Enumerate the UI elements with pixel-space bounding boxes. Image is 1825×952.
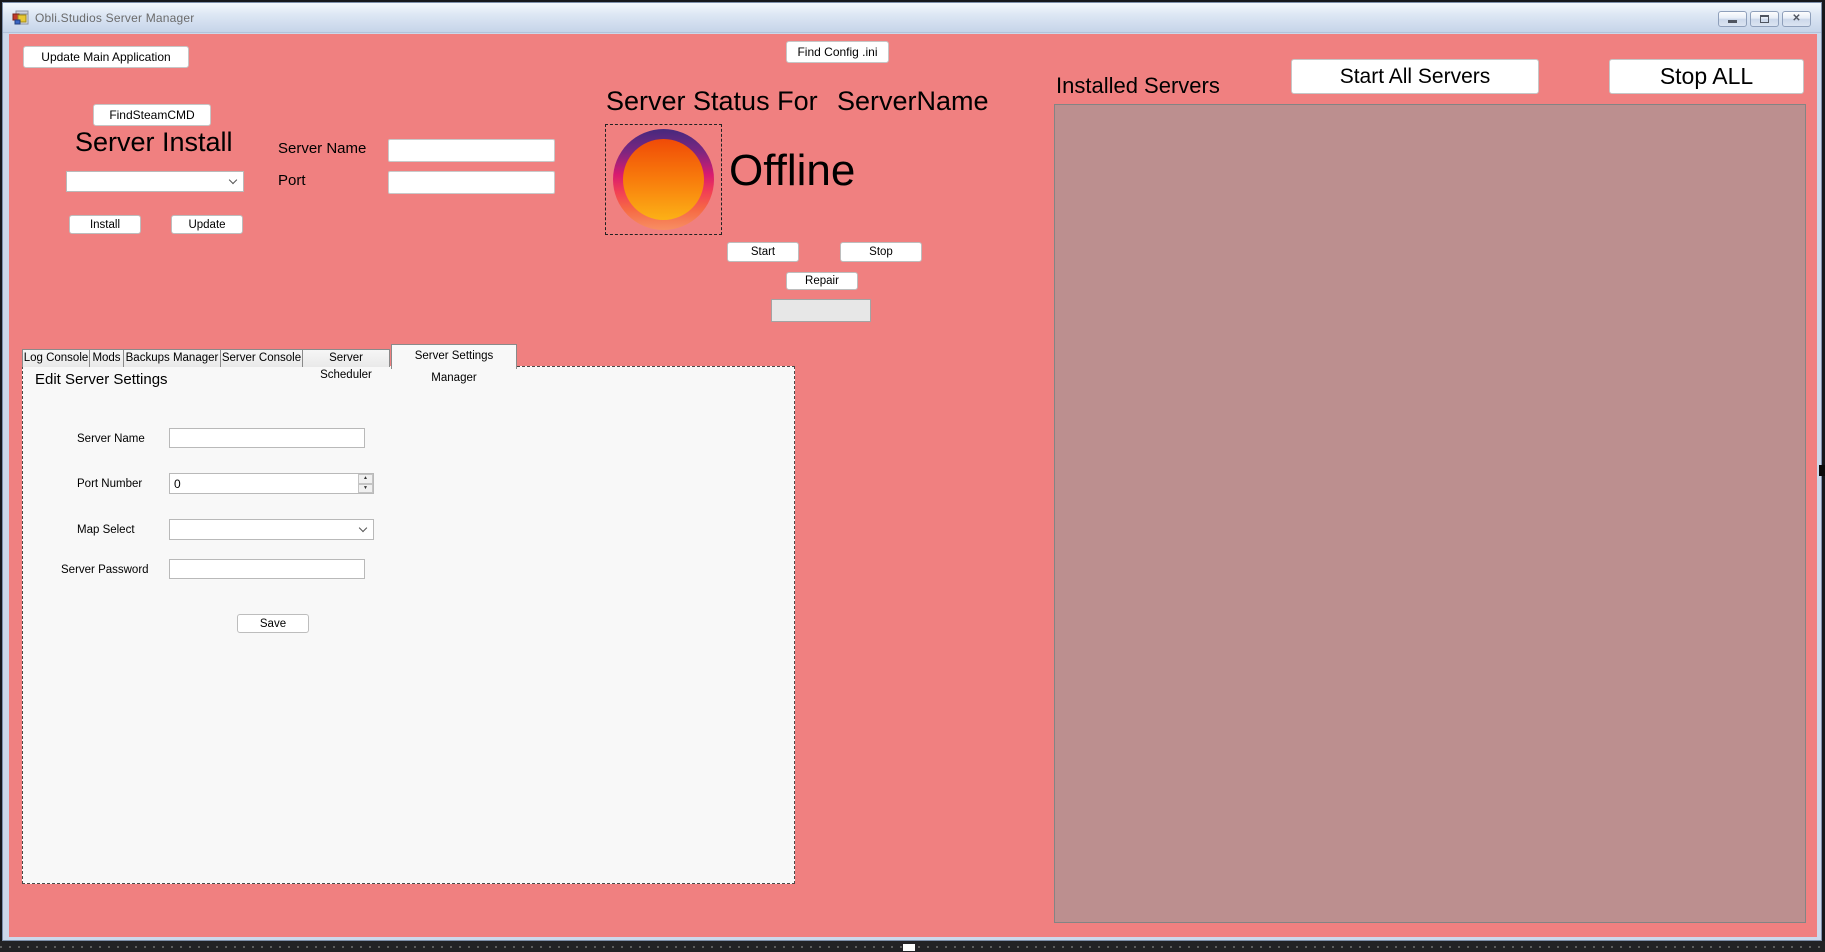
server-password-label: Server Password [61, 564, 149, 576]
close-icon: ✕ [1792, 14, 1800, 24]
map-select-dropdown[interactable] [169, 519, 374, 540]
tab-log-console[interactable]: Log Console [22, 349, 90, 367]
tab-server-scheduler[interactable]: Server Scheduler [302, 349, 390, 367]
server-status-heading: Server Status For [606, 86, 818, 117]
server-name-label: Server Name [278, 140, 366, 157]
progress-bar [771, 299, 871, 322]
tab-backups-manager[interactable]: Backups Manager [123, 349, 221, 367]
tab-server-settings-manager[interactable]: Server Settings Manager [391, 344, 517, 369]
spin-up-button[interactable]: ▲ [358, 474, 373, 484]
status-text: Offline [729, 146, 855, 196]
save-button[interactable]: Save [237, 614, 309, 633]
server-install-heading: Server Install [75, 127, 233, 158]
install-button[interactable]: Install [69, 215, 141, 234]
port-number-stepper[interactable] [169, 473, 374, 494]
chevron-down-icon [359, 523, 367, 531]
repair-button[interactable]: Repair [786, 272, 858, 290]
server-name-input[interactable] [388, 139, 555, 162]
taskbar-marker [903, 944, 915, 951]
stop-button[interactable]: Stop [840, 242, 922, 262]
restore-icon [1760, 15, 1769, 23]
chevron-down-icon [229, 175, 237, 183]
screen-edge-artifact [1819, 465, 1825, 476]
port-input[interactable] [388, 171, 555, 194]
desktop-edge-strip [0, 941, 1825, 952]
stepper-buttons: ▲ ▼ [358, 474, 373, 493]
server-password-input[interactable] [169, 559, 365, 579]
status-indicator [605, 124, 722, 235]
app-window: Obli.Studios Server Manager ✕ Update Mai… [2, 2, 1822, 941]
window-title: Obli.Studios Server Manager [35, 11, 194, 25]
server-status-server-name: ServerName [837, 86, 989, 117]
minimize-button[interactable] [1718, 11, 1747, 27]
settings-server-name-label: Server Name [77, 433, 145, 445]
installed-servers-listbox[interactable] [1054, 104, 1806, 923]
close-button[interactable]: ✕ [1782, 11, 1811, 27]
app-icon [12, 10, 29, 26]
update-main-application-button[interactable]: Update Main Application [23, 46, 189, 68]
find-steamcmd-button[interactable]: FindSteamCMD [93, 104, 211, 126]
edit-server-settings-heading: Edit Server Settings [35, 371, 168, 388]
port-number-label: Port Number [77, 478, 142, 490]
find-config-ini-button[interactable]: Find Config .ini [786, 41, 889, 63]
maximize-button[interactable] [1750, 11, 1779, 27]
start-all-servers-button[interactable]: Start All Servers [1291, 59, 1539, 94]
spin-down-button[interactable]: ▼ [358, 484, 373, 494]
game-select-dropdown[interactable] [66, 171, 244, 192]
tab-mods[interactable]: Mods [89, 349, 124, 367]
port-label: Port [278, 172, 306, 189]
stop-all-button[interactable]: Stop ALL [1609, 59, 1804, 94]
update-button[interactable]: Update [171, 215, 243, 234]
settings-server-name-input[interactable] [169, 428, 365, 448]
caption-buttons: ✕ [1718, 11, 1811, 27]
start-button[interactable]: Start [727, 242, 799, 262]
arrow-up-icon: ▲ [363, 476, 368, 481]
tab-server-console[interactable]: Server Console [220, 349, 303, 367]
server-settings-panel: Edit Server Settings Server Name Port Nu… [22, 366, 795, 884]
minimize-icon [1728, 20, 1737, 23]
arrow-down-icon: ▼ [363, 486, 368, 491]
title-bar[interactable]: Obli.Studios Server Manager ✕ [3, 3, 1821, 33]
client-area: Update Main Application Find Config .ini… [9, 34, 1817, 937]
status-circle-icon [613, 129, 714, 230]
installed-servers-heading: Installed Servers [1056, 73, 1220, 99]
map-select-label: Map Select [77, 524, 135, 536]
